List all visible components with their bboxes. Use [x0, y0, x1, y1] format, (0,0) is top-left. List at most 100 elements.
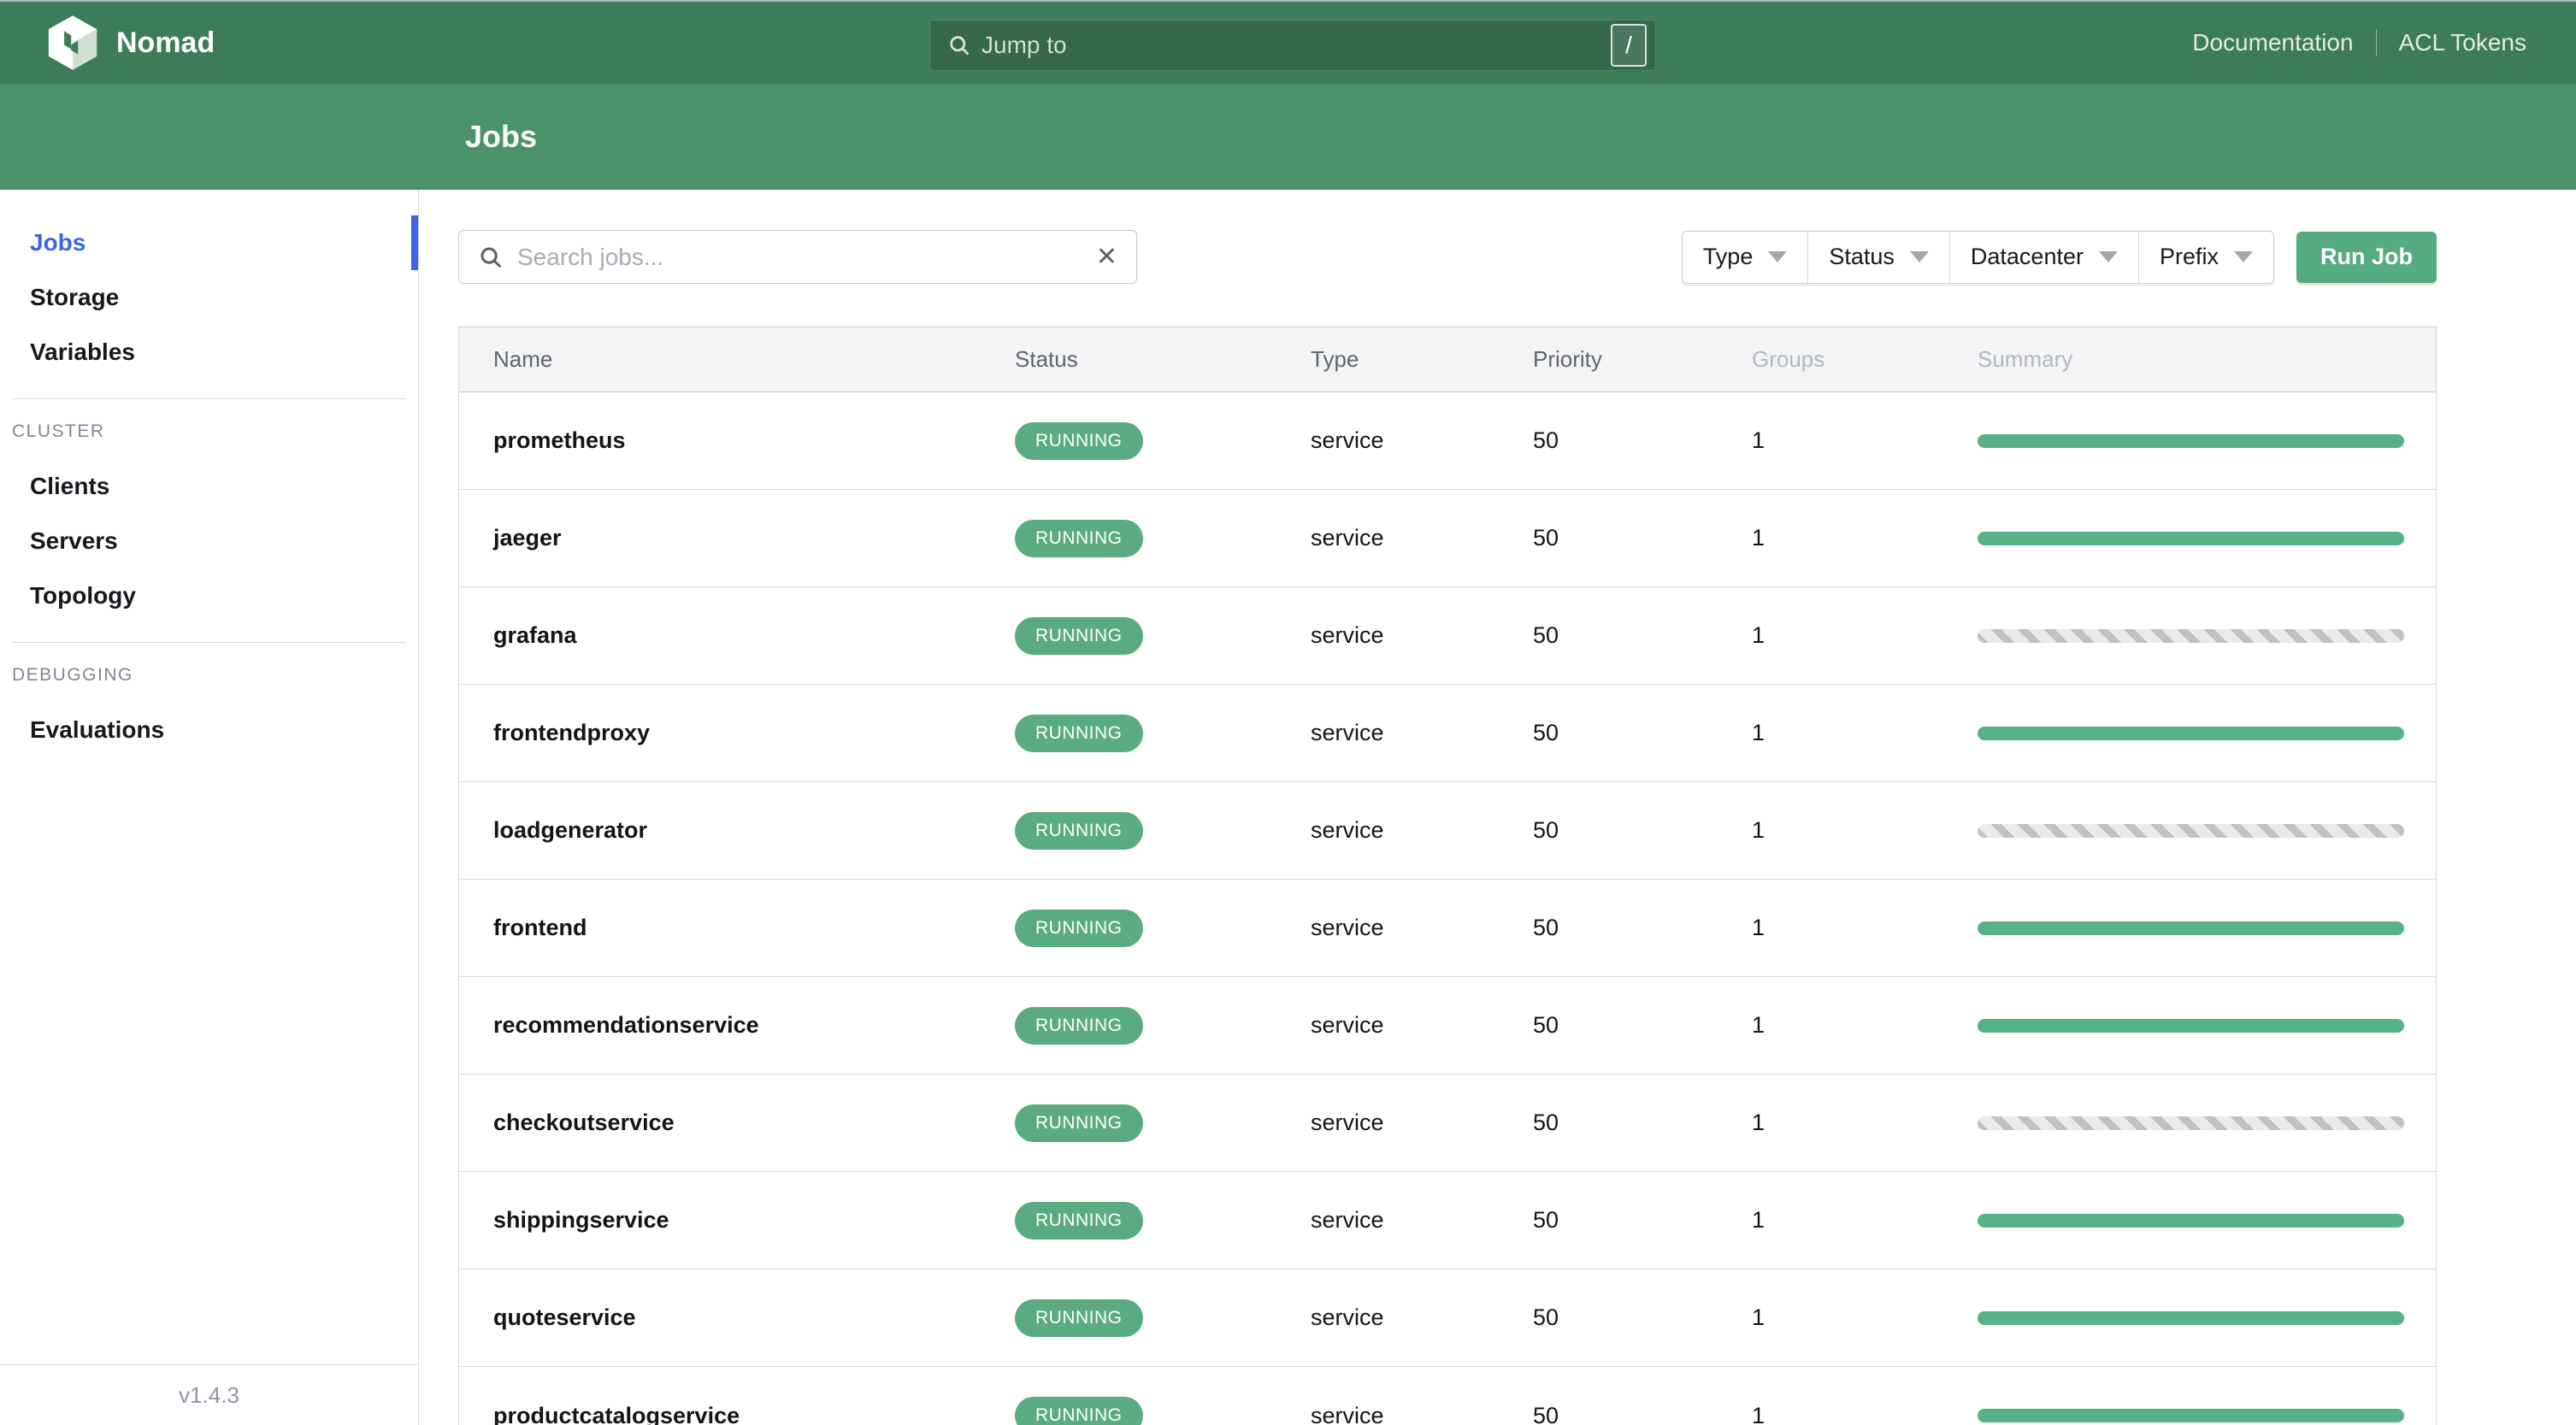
- job-summary-cell: [1978, 433, 2436, 448]
- version-footer: v1.4.3: [0, 1364, 418, 1425]
- job-type: service: [1311, 1012, 1384, 1038]
- job-priority: 50: [1533, 720, 1559, 745]
- nomad-app: Nomad / Documentation ACL Tokens Jobs Jo…: [0, 0, 2576, 1425]
- job-row-grafana[interactable]: grafana RUNNING service 50 1: [459, 587, 2436, 685]
- job-summary-cell: [1978, 1018, 2436, 1033]
- job-type: service: [1311, 915, 1384, 940]
- main-content: ✕ TypeStatusDatacenterPrefix Run Job Nam…: [419, 190, 2576, 1425]
- chevron-down-icon: [2098, 251, 2118, 262]
- job-groups: 1: [1752, 915, 1765, 940]
- controls-row: ✕ Type Status Datacenter Prefix Run Job: [458, 230, 2437, 284]
- job-type: service: [1311, 1207, 1384, 1233]
- job-name: frontend: [493, 915, 587, 940]
- sidebar-divider: [12, 398, 406, 399]
- filter-prefix-dropdown[interactable]: Prefix: [2137, 231, 2273, 283]
- status-badge: RUNNING: [1015, 1006, 1143, 1045]
- job-row-productcatalogservice[interactable]: productcatalogservice RUNNING service 50 1: [459, 1367, 2436, 1425]
- job-summary-cell: [1978, 1213, 2436, 1228]
- jump-to-search[interactable]: /: [929, 20, 1656, 71]
- job-status-cell: RUNNING: [1015, 909, 1311, 947]
- column-header-priority[interactable]: Priority: [1533, 346, 1752, 373]
- filter-label: Type: [1702, 244, 1754, 269]
- sidebar: Jobs Storage Variables CLUSTER Clients Server…: [0, 190, 419, 1425]
- filter-group: Type Status Datacenter Prefix: [1681, 230, 2274, 284]
- job-groups: 1: [1752, 1110, 1765, 1135]
- job-type: service: [1311, 525, 1384, 551]
- jump-to-input[interactable]: [981, 32, 1611, 59]
- job-name: recommendationservice: [493, 1012, 759, 1038]
- status-badge: RUNNING: [1015, 616, 1143, 655]
- job-summary-cell: [1978, 726, 2436, 740]
- table-header-row: Name Status Type Priority Groups Summary: [459, 327, 2436, 392]
- chevron-down-icon: [2234, 251, 2253, 262]
- status-badge: RUNNING: [1015, 811, 1143, 850]
- page-title: Jobs: [465, 119, 538, 154]
- job-row-prometheus[interactable]: prometheus RUNNING service 50 1: [459, 392, 2436, 490]
- summary-bar: [1978, 726, 2404, 740]
- documentation-link[interactable]: Documentation: [2192, 29, 2353, 56]
- job-name: frontendproxy: [493, 720, 651, 745]
- column-header-status[interactable]: Status: [1015, 346, 1311, 373]
- column-header-name[interactable]: Name: [493, 346, 1015, 373]
- job-priority: 50: [1533, 622, 1559, 648]
- job-row-shippingservice[interactable]: shippingservice RUNNING service 50 1: [459, 1172, 2436, 1269]
- filter-label: Status: [1829, 244, 1895, 269]
- column-header-type[interactable]: Type: [1311, 346, 1533, 373]
- summary-bar: [1978, 531, 2404, 545]
- job-status-cell: RUNNING: [1015, 616, 1311, 655]
- job-type: service: [1311, 427, 1384, 453]
- sidebar-item-jobs[interactable]: Jobs: [0, 215, 418, 270]
- job-priority: 50: [1533, 427, 1559, 453]
- chevron-down-icon: [1768, 251, 1788, 262]
- summary-bar: [1978, 628, 2404, 643]
- summary-bar: [1978, 1310, 2404, 1325]
- sidebar-item-servers[interactable]: Servers: [0, 514, 418, 568]
- sidebar-item-storage[interactable]: Storage: [0, 270, 418, 325]
- jobs-search-input[interactable]: [517, 243, 1096, 271]
- sidebar-item-topology[interactable]: Topology: [0, 568, 418, 623]
- shortcut-key-badge: /: [1611, 24, 1647, 67]
- page-header: Jobs: [0, 84, 2576, 190]
- brand-home-link[interactable]: Nomad: [46, 15, 215, 71]
- job-groups: 1: [1752, 817, 1765, 843]
- brand-name: Nomad: [116, 26, 215, 59]
- job-name: checkoutservice: [493, 1110, 675, 1135]
- sidebar-item-evaluations[interactable]: Evaluations: [0, 703, 418, 757]
- job-row-loadgenerator[interactable]: loadgenerator RUNNING service 50 1: [459, 782, 2436, 880]
- filter-type-dropdown[interactable]: Type: [1682, 231, 1808, 283]
- search-icon: [480, 247, 502, 268]
- job-type: service: [1311, 622, 1384, 648]
- job-summary-cell: [1978, 823, 2436, 838]
- clear-search-icon[interactable]: ✕: [1096, 244, 1117, 270]
- job-summary-cell: [1978, 628, 2436, 643]
- status-badge: RUNNING: [1015, 714, 1143, 752]
- job-status-cell: RUNNING: [1015, 421, 1311, 460]
- summary-bar: [1978, 433, 2404, 448]
- sidebar-item-clients[interactable]: Clients: [0, 459, 418, 514]
- version-label: v1.4.3: [179, 1381, 239, 1408]
- job-row-frontend[interactable]: frontend RUNNING service 50 1: [459, 880, 2436, 977]
- filter-label: Datacenter: [1970, 244, 2084, 269]
- job-status-cell: RUNNING: [1015, 811, 1311, 850]
- status-badge: RUNNING: [1015, 1201, 1143, 1240]
- status-badge: RUNNING: [1015, 421, 1143, 460]
- filter-datacenter-dropdown[interactable]: Datacenter: [1948, 231, 2138, 283]
- summary-bar: [1978, 921, 2404, 935]
- jobs-search-box[interactable]: ✕: [458, 230, 1137, 284]
- job-row-checkoutservice[interactable]: checkoutservice RUNNING service 50 1: [459, 1075, 2436, 1172]
- job-status-cell: RUNNING: [1015, 1104, 1311, 1142]
- filter-status-dropdown[interactable]: Status: [1807, 231, 1949, 283]
- job-row-recommendationservice[interactable]: recommendationservice RUNNING service 50 1: [459, 977, 2436, 1075]
- status-badge: RUNNING: [1015, 1298, 1143, 1337]
- acl-tokens-link[interactable]: ACL Tokens: [2399, 29, 2526, 56]
- job-row-jaeger[interactable]: jaeger RUNNING service 50 1: [459, 490, 2436, 587]
- job-name: shippingservice: [493, 1207, 669, 1233]
- nomad-logo-icon: [48, 15, 97, 70]
- job-row-quoteservice[interactable]: quoteservice RUNNING service 50 1: [459, 1269, 2436, 1367]
- job-row-frontendproxy[interactable]: frontendproxy RUNNING service 50 1: [459, 685, 2436, 782]
- run-job-button[interactable]: Run Job: [2296, 231, 2437, 283]
- top-navbar: Nomad / Documentation ACL Tokens: [0, 2, 2576, 84]
- job-type: service: [1311, 1304, 1384, 1330]
- sidebar-item-variables[interactable]: Variables: [0, 325, 418, 380]
- controls-right: Type Status Datacenter Prefix Run Job: [1681, 230, 2437, 284]
